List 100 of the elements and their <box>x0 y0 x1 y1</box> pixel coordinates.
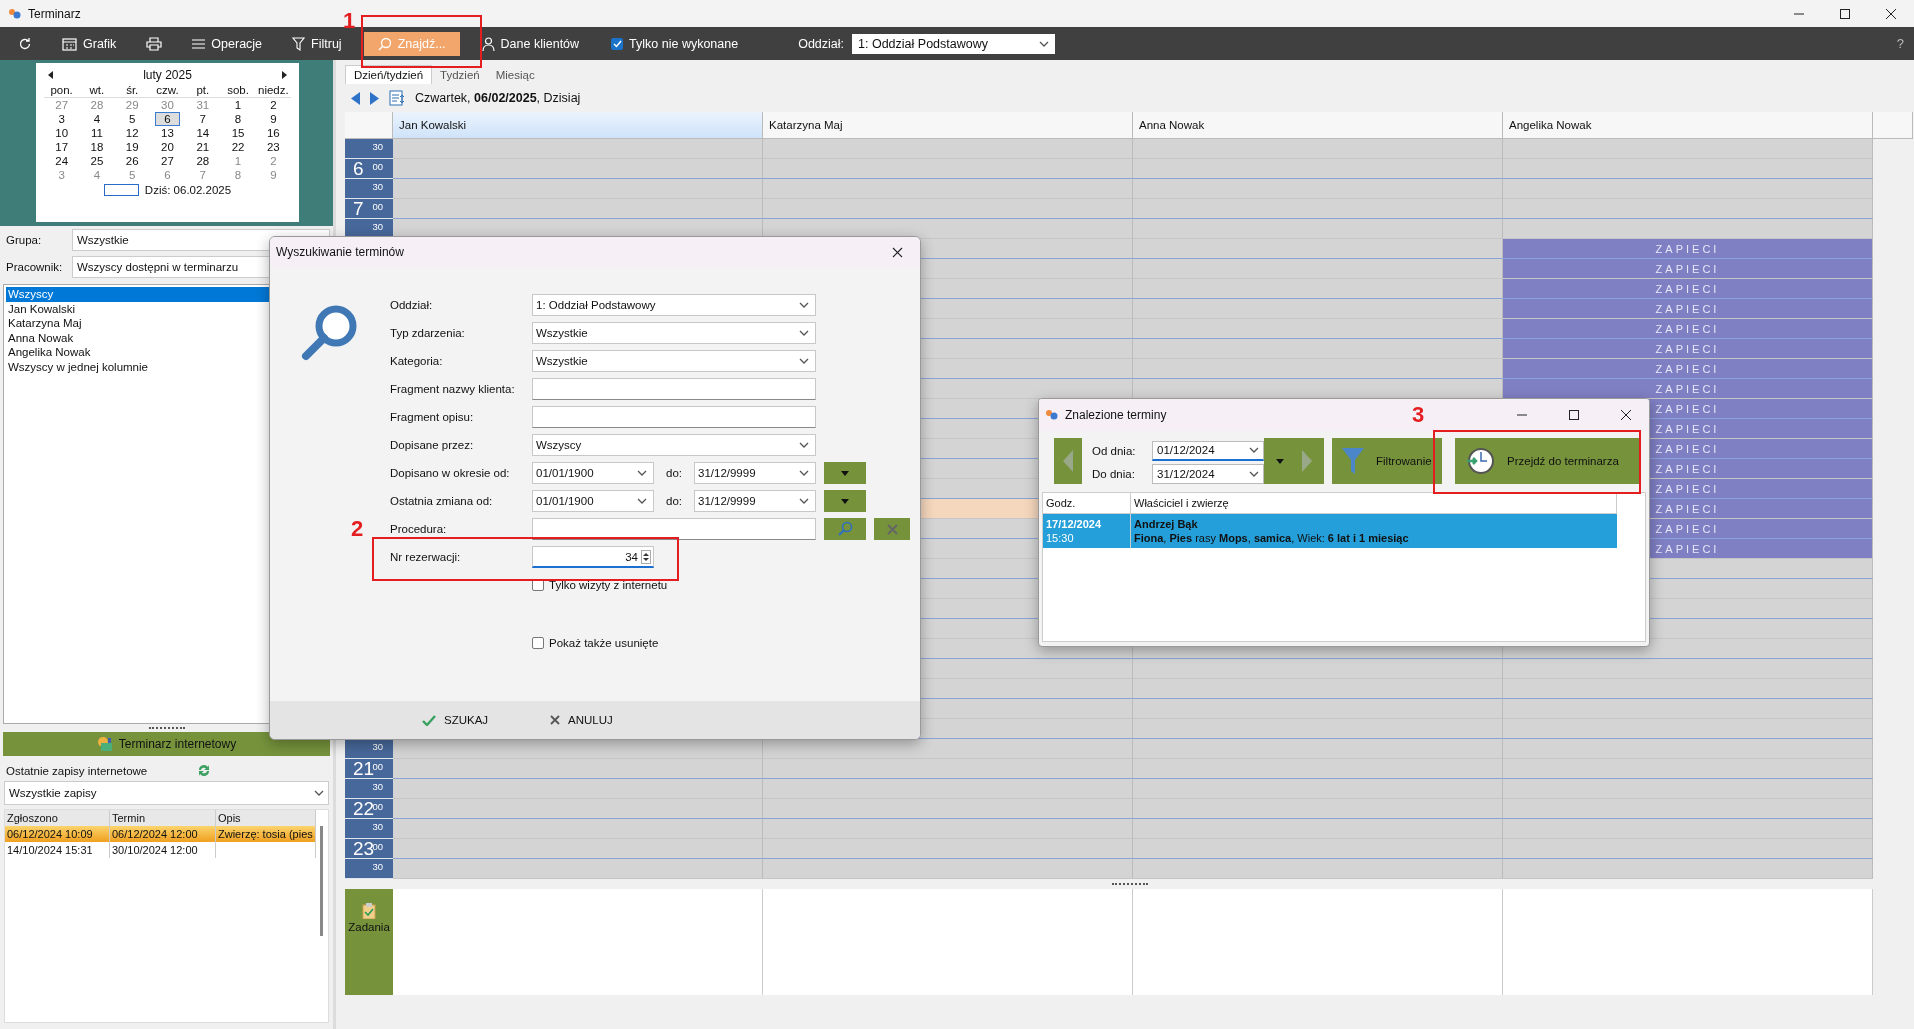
time-slot[interactable] <box>763 739 1133 759</box>
time-slot[interactable] <box>1133 659 1503 679</box>
time-slot[interactable] <box>1133 279 1503 299</box>
time-slot[interactable] <box>1503 679 1873 699</box>
branch-dropdown[interactable]: 1: Oddział Podstawowy <box>852 33 1056 54</box>
previous-button[interactable] <box>1054 438 1082 484</box>
calendar-button[interactable]: Grafik <box>54 31 125 56</box>
calendar-day[interactable]: 5 <box>119 112 145 126</box>
previous-month-icon[interactable] <box>48 71 53 79</box>
calendar-day[interactable]: 27 <box>49 98 75 112</box>
time-slot[interactable] <box>763 759 1133 779</box>
today-label[interactable]: Dziś: 06.02.2025 <box>144 184 232 196</box>
number-field[interactable]: 34 <box>532 546 654 568</box>
date-picker[interactable]: 31/12/2024 <box>1152 463 1264 484</box>
time-slot[interactable] <box>1133 839 1503 859</box>
calendar-day[interactable]: 22 <box>225 140 251 154</box>
calendar-day[interactable]: 8 <box>225 112 251 126</box>
calendar-day[interactable]: 21 <box>190 140 216 154</box>
time-slot[interactable] <box>1503 779 1873 799</box>
calendar-day[interactable]: 8 <box>225 168 251 182</box>
calendar-day[interactable]: 15 <box>225 126 251 140</box>
calendar-day[interactable]: 1 <box>225 154 251 168</box>
calendar-day[interactable]: 28 <box>190 154 216 168</box>
calendar-day[interactable]: 18 <box>84 140 110 154</box>
calendar-day[interactable]: 4 <box>84 168 110 182</box>
calendar-day[interactable]: 17 <box>49 140 75 154</box>
time-slot[interactable] <box>1133 199 1503 219</box>
result-row[interactable]: 17/12/2024 15:30 Andrzej Bąk Fiona, Pies rasy Mops, samica, Wiek: 6 lat i 1 miesiąc <box>1043 514 1617 548</box>
time-slot[interactable] <box>393 759 763 779</box>
calendar-day[interactable]: 11 <box>84 126 110 140</box>
calendar-day[interactable]: 29 <box>119 98 145 112</box>
go-to-calendar-button[interactable]: Przejdź do terminarza <box>1455 438 1641 484</box>
calendar-day[interactable]: 26 <box>119 154 145 168</box>
time-slot[interactable] <box>1503 139 1873 159</box>
time-slot[interactable] <box>393 799 763 819</box>
calendar-day[interactable]: 5 <box>119 168 145 182</box>
table-row[interactable]: 06/12/2024 10:09 06/12/2024 12:00 Zwierzę: tosia (pies <box>5 826 316 842</box>
sync-icon[interactable] <box>197 764 212 777</box>
calendar-day[interactable]: 14 <box>190 126 216 140</box>
time-slot[interactable] <box>763 199 1133 219</box>
spin-up-icon[interactable] <box>642 550 650 557</box>
calendar-day[interactable]: 10 <box>49 126 75 140</box>
time-slot[interactable] <box>1133 219 1503 239</box>
time-slot[interactable] <box>393 199 763 219</box>
checkbox[interactable] <box>611 37 624 50</box>
calendar-day[interactable]: 24 <box>49 154 75 168</box>
calendar-day[interactable]: 9 <box>260 112 286 126</box>
dropdown[interactable]: Wszystkie <box>532 350 816 372</box>
dropdown-button[interactable] <box>824 490 866 512</box>
calendar-day[interactable]: 4 <box>84 112 110 126</box>
time-slot[interactable] <box>763 859 1133 879</box>
date-picker[interactable]: 01/12/2024 <box>1152 440 1264 461</box>
time-slot[interactable] <box>393 859 763 879</box>
time-slot[interactable] <box>763 799 1133 819</box>
view-tab[interactable]: Tydzień <box>432 66 488 84</box>
dropdown-button[interactable] <box>824 462 866 484</box>
cancel-button[interactable]: ANULUJ <box>544 710 619 730</box>
scrollbar[interactable] <box>320 826 324 936</box>
time-slot[interactable] <box>1133 179 1503 199</box>
time-slot[interactable] <box>1503 839 1873 859</box>
calendar-day[interactable]: 23 <box>260 140 286 154</box>
time-slot[interactable] <box>1133 379 1503 399</box>
time-slot[interactable] <box>1133 759 1503 779</box>
online-calendar-button[interactable]: Terminarz internetowy <box>3 732 330 756</box>
employee-column-header[interactable]: Katarzyna Maj <box>763 112 1133 139</box>
time-slot[interactable] <box>1503 159 1873 179</box>
search-button[interactable] <box>824 518 866 540</box>
calendar-day[interactable]: 7 <box>190 112 216 126</box>
calendar-day[interactable]: 7 <box>190 168 216 182</box>
time-slot[interactable] <box>393 819 763 839</box>
time-slot[interactable] <box>393 219 763 239</box>
time-slot[interactable] <box>763 159 1133 179</box>
time-slot[interactable] <box>1503 799 1873 819</box>
time-slot[interactable] <box>763 779 1133 799</box>
time-slot[interactable] <box>1133 299 1503 319</box>
calendar-day[interactable]: 2 <box>260 154 286 168</box>
calendar-day[interactable]: 13 <box>154 126 181 140</box>
time-slot[interactable] <box>1503 199 1873 219</box>
employee-column-header[interactable]: Jan Kowalski <box>393 112 763 139</box>
date-picker[interactable]: 01/01/1900 <box>532 462 654 484</box>
time-slot[interactable] <box>763 819 1133 839</box>
calendar-day[interactable]: 3 <box>49 168 75 182</box>
time-slot[interactable] <box>1133 139 1503 159</box>
time-slot[interactable] <box>1133 699 1503 719</box>
calendar-day[interactable]: 12 <box>119 126 145 140</box>
calendar-sync-icon[interactable] <box>389 90 405 106</box>
dropdown[interactable]: 1: Oddział Podstawowy <box>532 294 816 316</box>
calendar-day[interactable]: 31 <box>190 98 216 112</box>
time-slot[interactable] <box>1133 359 1503 379</box>
calendar-day[interactable]: 20 <box>154 140 181 154</box>
calendar-day[interactable]: 16 <box>260 126 286 140</box>
time-slot[interactable] <box>1133 799 1503 819</box>
entries-dropdown[interactable]: Wszystkie zapisy <box>4 781 329 805</box>
time-slot[interactable] <box>1503 699 1873 719</box>
tasks-panel[interactable]: Zadania <box>345 889 393 995</box>
date-picker[interactable]: 01/01/1900 <box>532 490 654 512</box>
calendar-day[interactable]: 6 <box>154 112 181 126</box>
time-slot[interactable] <box>763 219 1133 239</box>
time-slot[interactable] <box>1503 819 1873 839</box>
help-button[interactable]: ? <box>1896 36 1904 51</box>
